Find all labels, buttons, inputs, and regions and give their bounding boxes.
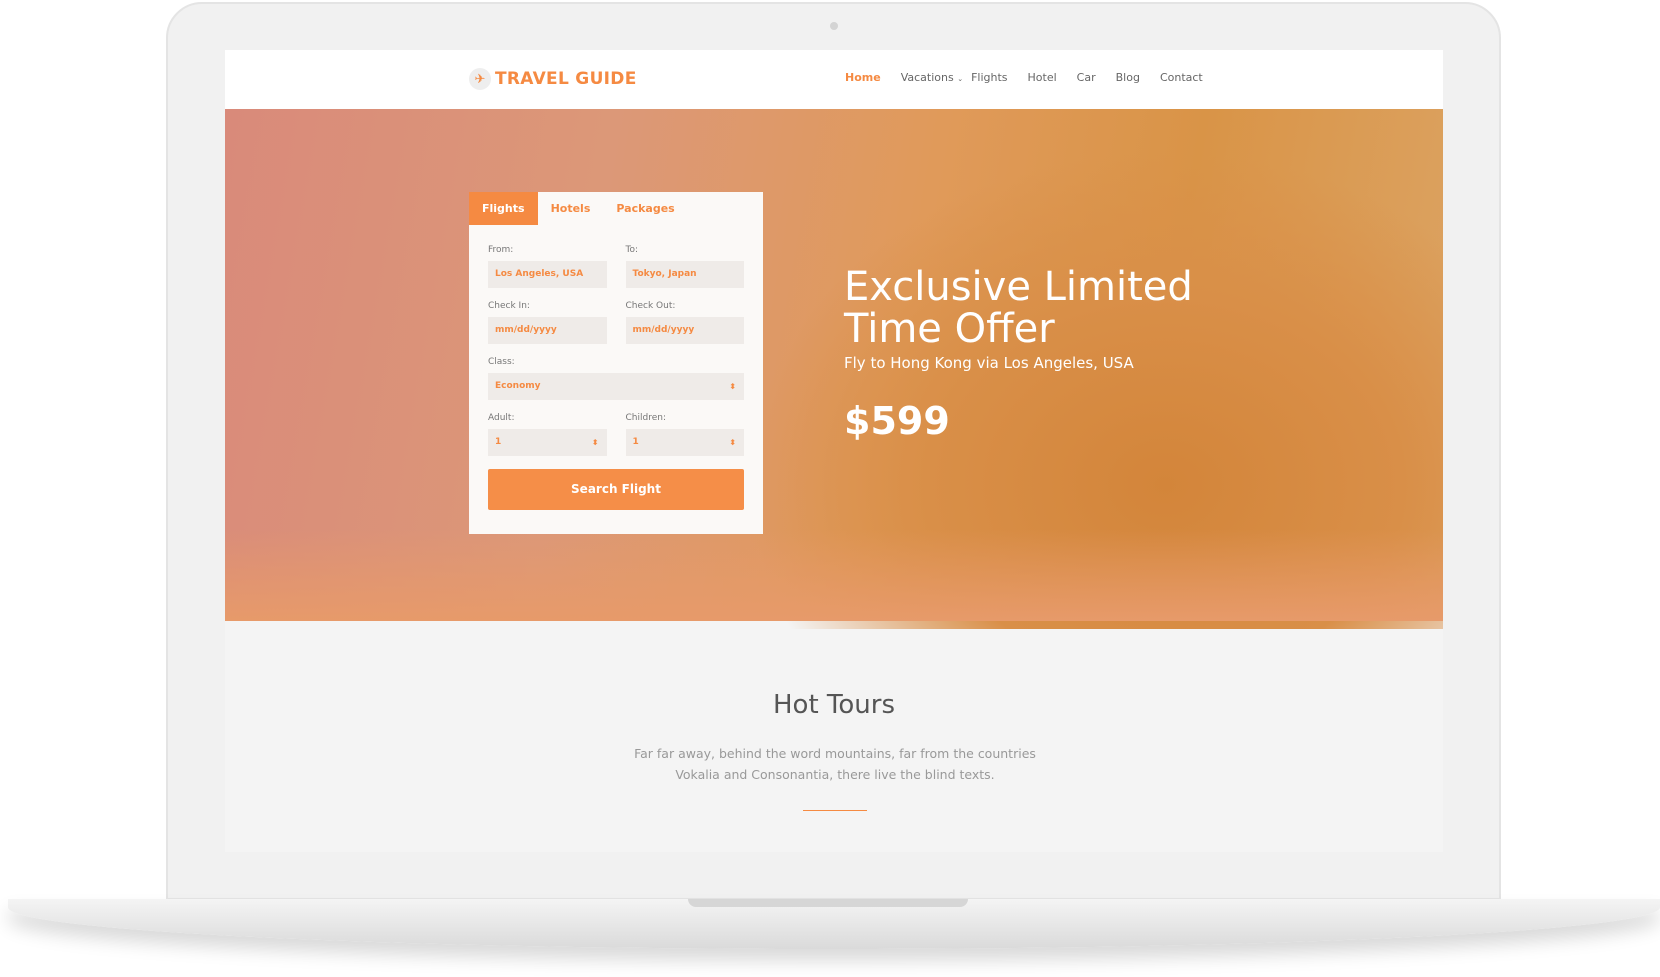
checkout-label: Check Out: xyxy=(625,301,676,311)
adult-select[interactable]: 1 ⬍ xyxy=(488,429,607,456)
nav-vacations[interactable]: Vacations ⌄ xyxy=(901,71,963,84)
nav-contact[interactable]: Contact xyxy=(1160,71,1203,84)
adult-label: Adult: xyxy=(488,413,515,423)
section-text: Far far away, behind the word mountains,… xyxy=(634,746,1036,782)
tab-packages[interactable]: Packages xyxy=(603,192,687,225)
laptop-camera xyxy=(830,22,838,30)
class-label: Class: xyxy=(488,357,515,367)
beach-image xyxy=(225,529,1443,621)
to-label: To: xyxy=(625,245,639,255)
hero-title: Exclusive Limited Time Offer xyxy=(844,264,1193,352)
checkin-input[interactable]: mm/dd/yyyy xyxy=(488,317,607,344)
chevron-down-icon: ⌄ xyxy=(957,75,964,83)
airplane-icon: ✈ xyxy=(469,68,491,90)
nav-home[interactable]: Home xyxy=(845,71,881,84)
search-flight-button[interactable]: Search Flight xyxy=(488,469,744,510)
nav-blog[interactable]: Blog xyxy=(1116,71,1140,84)
hero-price: $599 xyxy=(844,399,950,443)
main-menu: Home Vacations ⌄ Flights Hotel Car Blog … xyxy=(845,71,1203,84)
booking-form: Flights Hotels Packages From: Los Angeles… xyxy=(469,192,763,534)
adult-value: 1 xyxy=(495,437,502,447)
checkin-label: Check In: xyxy=(488,301,530,311)
hero-banner: Flights Hotels Packages From: Los Angeles… xyxy=(225,109,1443,629)
divider xyxy=(803,810,867,811)
class-select[interactable]: Economy ⬍ xyxy=(488,373,744,400)
children-select[interactable]: 1 ⬍ xyxy=(625,429,744,456)
nav-car[interactable]: Car xyxy=(1077,71,1096,84)
navbar: ✈ TRAVEL GUIDE Home Vacations ⌄ Flights … xyxy=(225,50,1443,109)
children-label: Children: xyxy=(625,413,666,423)
select-arrows-icon: ⬍ xyxy=(729,382,736,391)
children-value: 1 xyxy=(632,437,639,447)
brand-name: TRAVEL GUIDE xyxy=(495,69,637,89)
logo[interactable]: ✈ TRAVEL GUIDE xyxy=(469,68,637,90)
checkout-input[interactable]: mm/dd/yyyy xyxy=(625,317,744,344)
laptop-screen: ✈ TRAVEL GUIDE Home Vacations ⌄ Flights … xyxy=(225,50,1443,852)
to-input[interactable]: Tokyo, Japan xyxy=(625,261,744,288)
nav-vacations-label: Vacations xyxy=(900,71,954,84)
class-value: Economy xyxy=(495,381,541,391)
nav-hotel[interactable]: Hotel xyxy=(1028,71,1057,84)
tab-hotels[interactable]: Hotels xyxy=(538,192,604,225)
booking-tabs: Flights Hotels Packages xyxy=(469,192,763,225)
nav-flights[interactable]: Flights xyxy=(971,71,1007,84)
section-title: Hot Tours xyxy=(772,690,895,720)
from-input[interactable]: Los Angeles, USA xyxy=(488,261,607,288)
hero-subtitle: Fly to Hong Kong via Los Angeles, USA xyxy=(844,354,1134,372)
laptop-notch xyxy=(688,899,968,907)
select-arrows-icon: ⬍ xyxy=(591,438,599,447)
tab-flights[interactable]: Flights xyxy=(469,192,538,225)
from-label: From: xyxy=(488,245,514,255)
select-arrows-icon: ⬍ xyxy=(729,438,736,447)
